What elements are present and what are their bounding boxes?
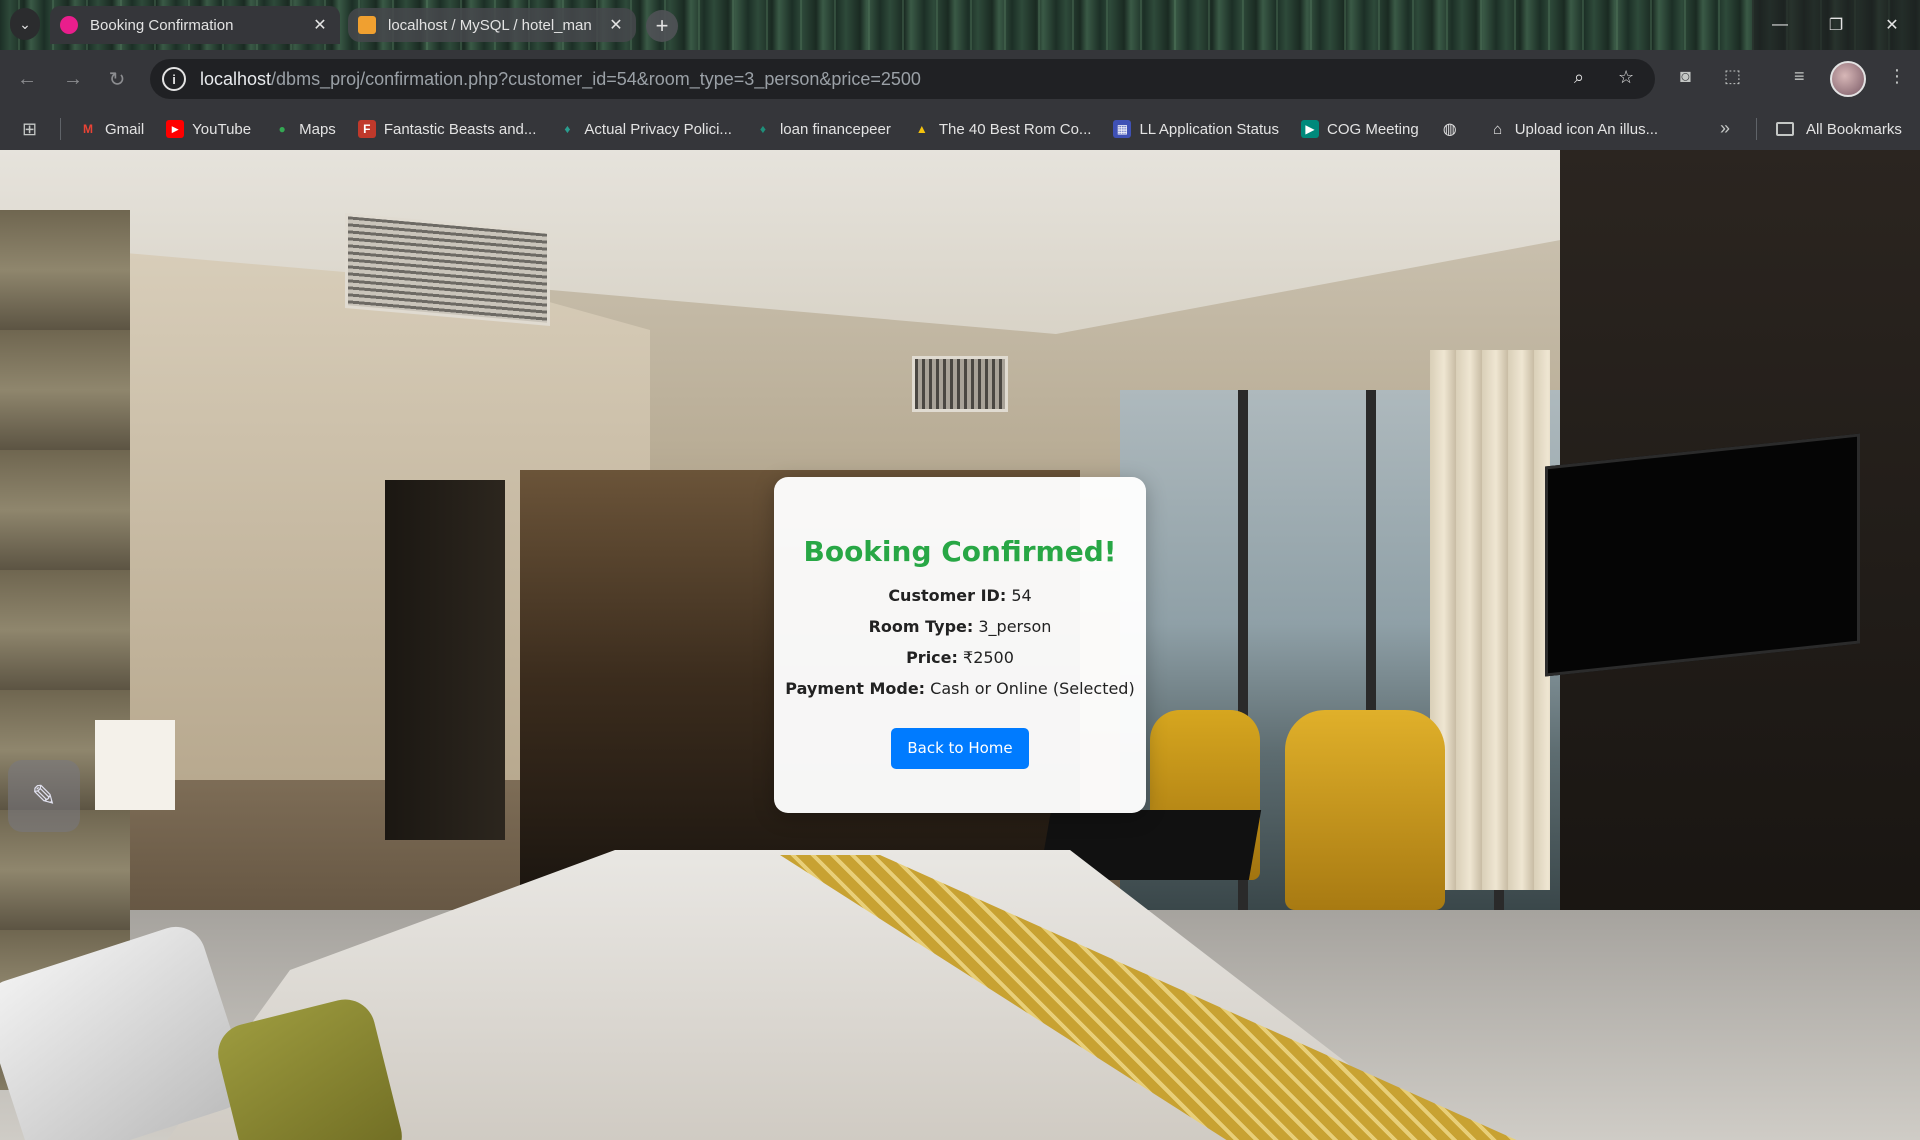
room-type-value: 3_person (978, 617, 1052, 636)
url-text[interactable]: localhost/dbms_proj/confirmation.php?cus… (200, 69, 921, 90)
curtain (1430, 350, 1550, 890)
room-type-row: Room Type: 3_person (774, 617, 1146, 636)
bookmark-label: Actual Privacy Polici... (584, 120, 732, 138)
site-info-icon[interactable]: i (162, 67, 186, 91)
window-controls: — ❐ ✕ (1752, 0, 1920, 50)
bookmark-ll-application[interactable]: ▦ LL Application Status (1113, 120, 1279, 138)
bookmark-label: COG Meeting (1326, 120, 1419, 138)
air-vent (912, 356, 1008, 412)
screenshot-icon[interactable]: ◙ (1680, 66, 1691, 87)
restore-icon[interactable]: ❐ (1808, 0, 1864, 50)
extensions-icon[interactable]: ⬚ (1724, 66, 1741, 87)
phpmyadmin-favicon-icon (358, 16, 376, 34)
price-row: Price: ₹2500 (774, 648, 1146, 667)
page-viewport: ✎ Booking Confirmed! Customer ID: 54 Roo… (0, 150, 1920, 1140)
armchair (1285, 710, 1445, 910)
price-value: ₹2500 (963, 648, 1014, 667)
tab-title: localhost / MySQL / hotel_man (388, 16, 592, 34)
tab-booking-confirmation[interactable]: Booking Confirmation ✕ (50, 6, 340, 44)
menu-kebab-icon[interactable]: ⋮ (1888, 66, 1906, 87)
gmail-icon: M (83, 122, 93, 136)
bookmark-label: Gmail (105, 120, 145, 138)
bookmark-gmail[interactable]: M Gmail (79, 120, 144, 138)
bookmark-star-icon[interactable]: ☆ (1618, 67, 1634, 88)
bookmark-separator (60, 118, 61, 140)
bookmark-upload-icon[interactable]: ⌂ Upload icon An illus... (1489, 120, 1658, 138)
back-to-home-button[interactable]: Back to Home (891, 728, 1029, 769)
all-bookmarks-button[interactable]: All Bookmarks (1776, 108, 1902, 150)
leaf-icon: ♦ (759, 122, 766, 136)
apps-grid-icon[interactable]: ⊞ (22, 119, 42, 140)
all-bookmarks-label: All Bookmarks (1806, 120, 1902, 138)
tab-strip: ⌄ Booking Confirmation ✕ localhost / MyS… (0, 0, 1920, 50)
bookmark-privacy-policies[interactable]: ♦ Actual Privacy Polici... (558, 120, 732, 138)
edit-pen-icon[interactable]: ✎ (8, 760, 80, 832)
bookmark-loan-financepeer[interactable]: ♦ loan financepeer (754, 120, 891, 138)
url-host: localhost (200, 68, 272, 89)
price-label: Price: (906, 648, 958, 667)
air-vent (345, 213, 550, 326)
profile-avatar[interactable] (1830, 61, 1866, 97)
bookmarks-overflow-icon[interactable]: » (1720, 118, 1730, 139)
warning-icon: ▲ (915, 122, 928, 136)
reload-icon[interactable]: ↻ (102, 64, 132, 94)
new-tab-button[interactable]: + (646, 10, 678, 42)
bookmark-separator (1756, 118, 1757, 140)
bookmark-label: loan financepeer (779, 120, 891, 138)
folder-icon (1776, 122, 1794, 136)
url-path: /dbms_proj/confirmation.php?customer_id=… (271, 68, 921, 89)
room-type-label: Room Type: (868, 617, 974, 636)
payment-mode-row: Payment Mode: Cash or Online (Selected) (774, 679, 1146, 698)
bookmark-label: YouTube (192, 120, 252, 138)
meet-icon: ▶ (1300, 120, 1319, 138)
confirmation-card: Booking Confirmed! Customer ID: 54 Room … (774, 477, 1146, 813)
customer-id-row: Customer ID: 54 (774, 586, 1146, 605)
payment-mode-value: Cash or Online (Selected) (930, 679, 1135, 698)
bookmark-label: The 40 Best Rom Co... (938, 120, 1092, 138)
close-icon[interactable]: ✕ (606, 15, 626, 35)
bedside-lamp (95, 720, 175, 810)
close-icon[interactable]: ✕ (310, 15, 330, 35)
media-control-icon[interactable]: ≡ (1794, 66, 1805, 87)
bookmark-label: LL Application Status (1139, 120, 1279, 138)
bookmark-cog-meeting[interactable]: ▶ COG Meeting (1300, 120, 1419, 138)
tab-search-button[interactable]: ⌄ (10, 8, 40, 40)
minimize-icon[interactable]: — (1752, 0, 1808, 50)
tab-phpmyadmin[interactable]: localhost / MySQL / hotel_man ✕ (348, 8, 636, 42)
address-bar[interactable]: i localhost/dbms_proj/confirmation.php?c… (150, 59, 1655, 99)
museum-icon: ⌂ (1493, 120, 1503, 138)
bookmark-fantastic-beasts[interactable]: F Fantastic Beasts and... (357, 120, 537, 138)
site-favicon-icon (60, 16, 78, 34)
bookmarks-bar: ⊞ M Gmail ▶ YouTube ● Maps F Fantastic B… (0, 108, 1920, 150)
bookmark-globe[interactable]: ◍ (1441, 120, 1467, 138)
bookmark-maps[interactable]: ● Maps (273, 120, 336, 138)
door (385, 480, 505, 840)
payment-mode-label: Payment Mode: (785, 679, 926, 698)
wall-tv (1545, 433, 1860, 677)
fandom-icon: F (357, 120, 376, 138)
bookmark-label: Fantastic Beasts and... (383, 120, 537, 138)
close-window-icon[interactable]: ✕ (1864, 0, 1920, 50)
customer-id-value: 54 (1011, 586, 1032, 605)
customer-id-label: Customer ID: (888, 586, 1007, 605)
youtube-icon: ▶ (166, 120, 185, 138)
building-icon: ▦ (1113, 120, 1132, 138)
bookmark-youtube[interactable]: ▶ YouTube (166, 120, 251, 138)
bookmark-label: Upload icon An illus... (1514, 120, 1659, 138)
zoom-icon[interactable]: ⌕ (1574, 67, 1584, 88)
back-icon[interactable]: ← (12, 64, 42, 94)
globe-icon: ◍ (1442, 121, 1457, 138)
bookmark-label: Maps (299, 120, 336, 138)
bookmark-rom-com[interactable]: ▲ The 40 Best Rom Co... (913, 120, 1092, 138)
browser-toolbar: ← → ↻ i localhost/dbms_proj/confirmation… (0, 50, 1920, 108)
maps-icon: ● (278, 122, 286, 136)
leaf-icon: ♦ (564, 122, 571, 136)
forward-icon[interactable]: → (58, 64, 88, 94)
confirmation-heading: Booking Confirmed! (803, 535, 1117, 568)
tab-title: Booking Confirmation (90, 16, 234, 34)
